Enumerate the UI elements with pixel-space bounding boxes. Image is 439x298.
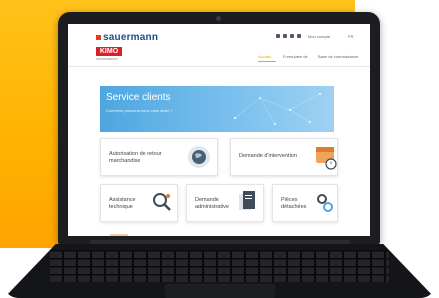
language-selector[interactable]: FR [348,34,353,39]
site-header: sauermann KIMO INSTRUMENTS Mon compte FR… [68,24,370,67]
nav-home[interactable]: Accueil [258,54,271,59]
logo-mark-icon [96,34,101,40]
card-label: Autorisation de retour marchandise [109,151,162,164]
card-spare-parts[interactable]: Pièces détachées [272,184,338,222]
documents-icon [239,191,255,210]
magnifier-icon [153,193,171,211]
globe-box-icon [188,146,210,168]
card-administrative-request[interactable]: Demande administrative [186,184,264,222]
account-link[interactable]: Mon compte [308,34,330,39]
social-links [276,34,301,38]
webcam-icon [216,16,221,21]
calendar-clock-icon [316,147,337,170]
card-label: Demande administrative [195,197,229,210]
card-technical-assistance[interactable]: Assistance technique [100,184,178,222]
sauermann-logo[interactable]: sauermann [96,32,158,43]
card-label: Demande d'intervention [239,153,297,159]
gears-icon [317,194,333,212]
linkedin-icon[interactable] [276,34,280,38]
service-banner: Service clients Comment pouvons-nous vou… [100,86,334,132]
page-title: Service clients [106,92,171,103]
footer-accent [110,234,128,236]
nav-knowledge-base[interactable]: Base de connaissance [318,54,358,59]
card-label: Pièces détachées [281,197,307,210]
laptop-screen: sauermann KIMO INSTRUMENTS Mon compte FR… [68,24,370,236]
card-return-authorization[interactable]: Autorisation de retour marchandise [100,138,218,176]
kimo-logo-subtitle: INSTRUMENTS [96,57,118,61]
network-decoration [233,92,322,126]
nav-active-indicator [258,61,276,62]
kimo-logo[interactable]: KIMO [96,47,122,56]
laptop-lid: sauermann KIMO INSTRUMENTS Mon compte FR… [58,12,380,244]
keyboard [50,250,389,282]
trackpad [165,284,275,298]
card-label: Assistance technique [109,197,136,210]
card-intervention-request[interactable]: Demande d'intervention [230,138,338,176]
page-subtitle: Comment pouvons-nous vous aider ? [106,108,173,113]
twitter-icon[interactable] [290,34,294,38]
youtube-icon[interactable] [283,34,287,38]
facebook-icon[interactable] [297,34,301,38]
nav-form[interactable]: Formulaire de [283,54,308,59]
